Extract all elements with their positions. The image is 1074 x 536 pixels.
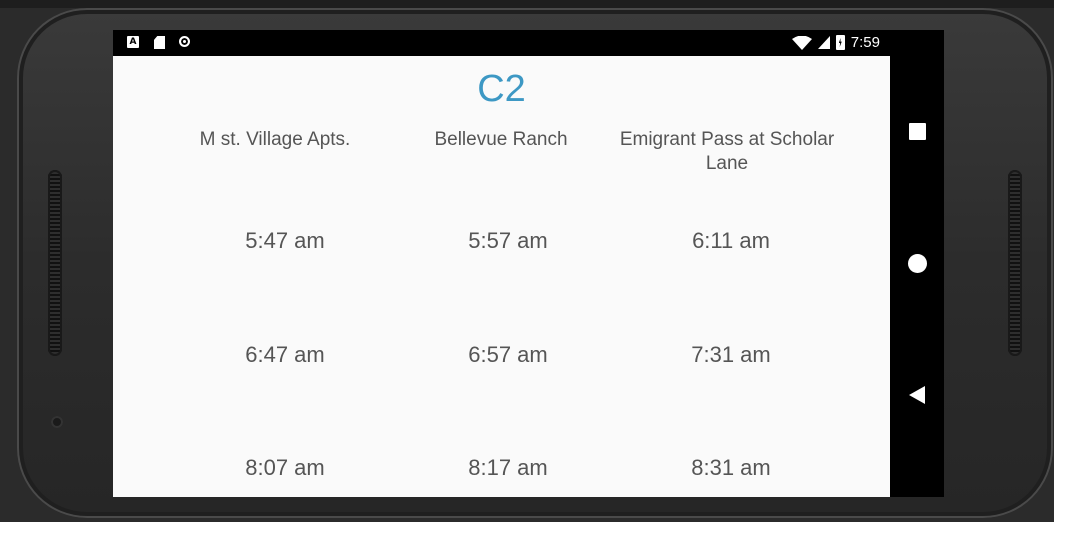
background-edge	[1054, 0, 1074, 536]
route-title: C2	[477, 68, 526, 110]
overview-button[interactable]	[890, 123, 944, 140]
android-a-icon: A	[127, 36, 139, 48]
speaker-grille-right	[1008, 170, 1022, 356]
background-strip	[0, 0, 1074, 8]
device-screen: A 7:59 C2 M st. Village Apts. Bellevue R…	[113, 30, 944, 497]
back-button[interactable]	[890, 386, 944, 404]
speaker-grille-left	[48, 170, 62, 356]
time-cell: 8:07 am	[245, 455, 325, 480]
stop-header-2: Bellevue Ranch	[434, 129, 568, 150]
overview-square-icon	[908, 123, 926, 140]
signal-icon	[817, 36, 830, 49]
time-cell: 6:57 am	[468, 342, 548, 367]
status-bar: A 7:59	[113, 30, 890, 56]
time-cell: 5:57 am	[468, 228, 548, 253]
status-bar-right: 7:59	[791, 34, 880, 51]
stop-header-1: M st. Village Apts.	[199, 129, 351, 150]
home-circle-icon	[907, 254, 927, 273]
time-cell: 5:47 am	[245, 228, 325, 253]
navigation-bar	[890, 30, 944, 497]
time-cell: 8:31 am	[691, 455, 771, 480]
battery-charging-icon	[835, 35, 845, 50]
schedule-view: C2 M st. Village Apts. Bellevue Ranch Em…	[113, 56, 890, 497]
camera-dot	[51, 416, 63, 428]
record-icon	[179, 36, 190, 47]
sd-card-icon	[154, 36, 165, 49]
time-cell: 8:17 am	[468, 455, 548, 480]
background-edge-bottom	[0, 522, 1074, 536]
time-cell: 6:47 am	[245, 342, 325, 367]
wifi-icon	[791, 35, 812, 50]
time-cell: 6:11 am	[692, 228, 770, 253]
back-triangle-icon	[909, 386, 925, 404]
time-cell: 7:31 am	[691, 342, 771, 367]
stop-header-3: Emigrant Pass at Scholar Lane	[619, 129, 835, 174]
status-time: 7:59	[850, 34, 880, 51]
home-button[interactable]	[890, 254, 944, 273]
